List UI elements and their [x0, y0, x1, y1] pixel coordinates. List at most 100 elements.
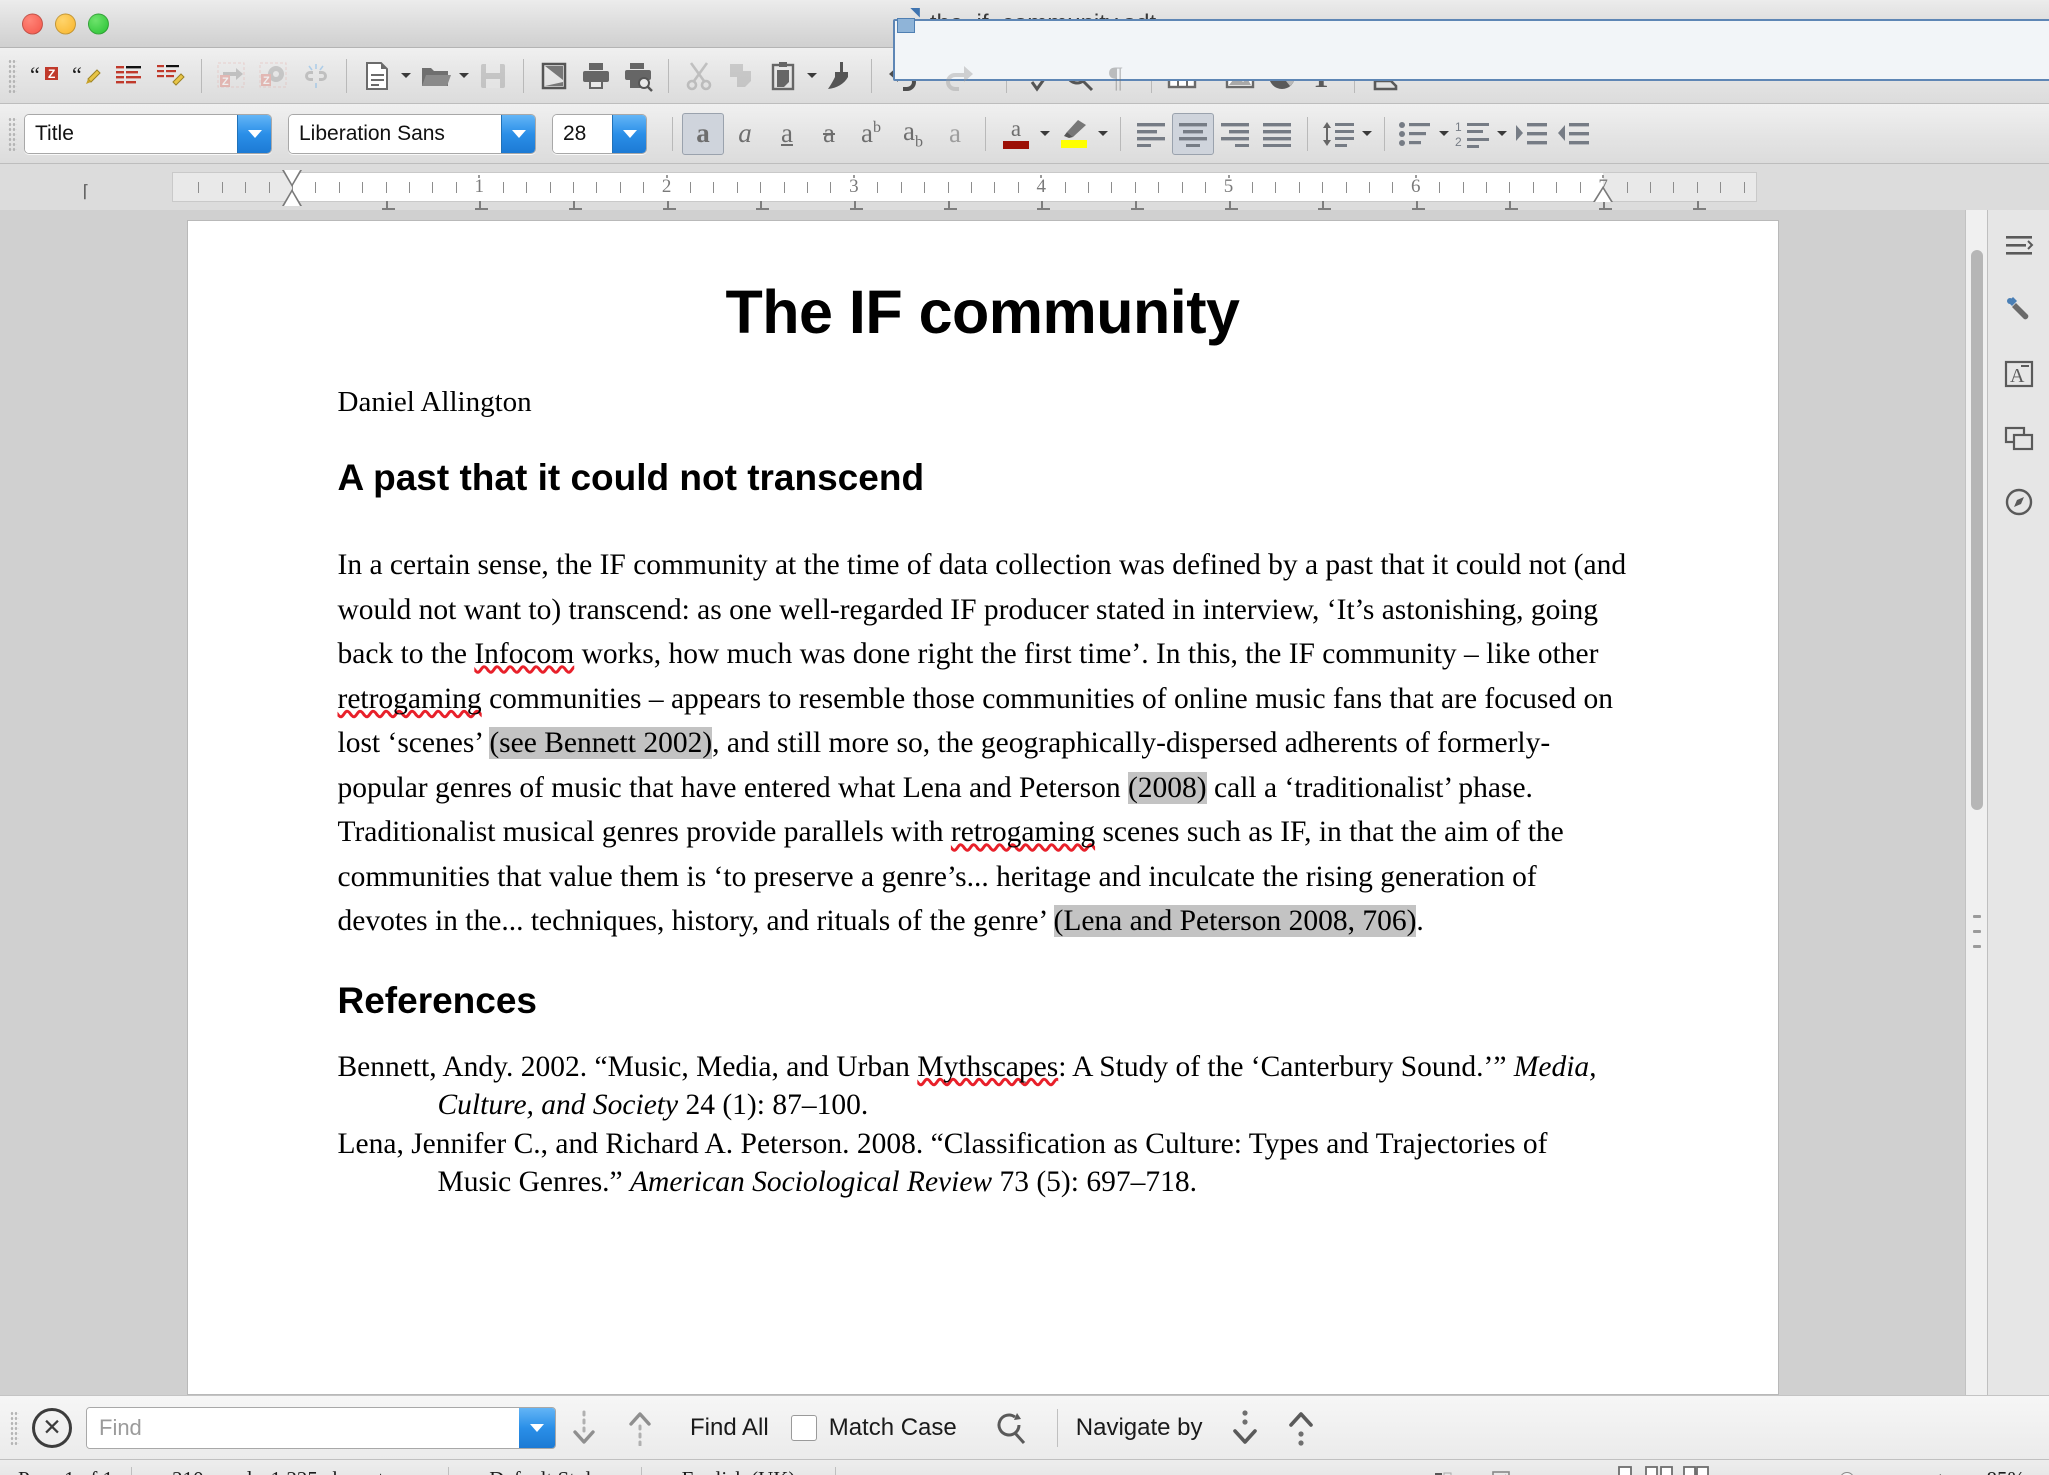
superscript-button[interactable]: ab — [850, 113, 892, 155]
justify-button[interactable] — [1256, 113, 1298, 155]
window-controls[interactable] — [22, 13, 109, 34]
styles-icon[interactable]: A — [1995, 350, 2043, 398]
zotero-edit-bibliography-icon[interactable] — [150, 55, 192, 97]
ordered-list-dropdown[interactable] — [1494, 113, 1510, 155]
multi-page-view-icon[interactable] — [1644, 1465, 1674, 1475]
zotero-document-preferences-icon[interactable] — [108, 55, 150, 97]
underline-button[interactable]: a — [766, 113, 808, 155]
zoom-out-button[interactable]: − — [1736, 1467, 1772, 1475]
toolbar-grip[interactable] — [8, 58, 17, 93]
tab-stop-marker[interactable] — [756, 201, 773, 210]
align-center-button[interactable] — [1172, 112, 1214, 155]
open-dropdown[interactable] — [456, 55, 472, 97]
horizontal-ruler[interactable]: 1234567 — [172, 170, 1757, 210]
italic-button[interactable]: a — [724, 113, 766, 155]
clone-formatting-icon[interactable] — [820, 55, 862, 97]
minimize-window-button[interactable] — [55, 13, 76, 34]
new-document-icon[interactable] — [356, 55, 398, 97]
page-indicator[interactable]: Page 1 of 1 — [0, 1460, 131, 1475]
find-all-button[interactable]: Find All — [690, 1414, 769, 1442]
toolbar-grip[interactable] — [8, 116, 17, 151]
gallery-icon[interactable] — [1995, 414, 2043, 462]
ordered-list-button[interactable]: 12 — [1452, 113, 1494, 155]
align-left-button[interactable] — [1130, 113, 1172, 155]
zoom-in-button[interactable]: + — [1922, 1467, 1958, 1475]
zotero-citation-field[interactable]: (Lena and Peterson 2008, 706) — [1053, 905, 1417, 938]
zotero-refresh-icon[interactable]: Z — [211, 55, 253, 97]
navigate-by-label[interactable]: Navigate by — [1076, 1414, 1203, 1442]
copy-icon[interactable] — [720, 55, 762, 97]
strikethrough-button[interactable]: a — [808, 113, 850, 155]
document-canvas[interactable]: The IF community Daniel Allington A past… — [0, 210, 1965, 1395]
line-spacing-dropdown[interactable] — [1359, 113, 1375, 155]
align-right-button[interactable] — [1214, 113, 1256, 155]
tab-stop-marker[interactable] — [1505, 201, 1522, 210]
page-style[interactable]: Default Style — [449, 1460, 640, 1475]
tab-stop-marker[interactable] — [1318, 201, 1335, 210]
match-case-label[interactable]: Match Case — [829, 1414, 957, 1442]
navigator-icon[interactable] — [1995, 478, 2043, 526]
document-modified-icon[interactable] — [1472, 1460, 1530, 1475]
clear-formatting-button[interactable]: a — [934, 113, 976, 155]
print-icon[interactable] — [575, 55, 617, 97]
tab-stop-marker[interactable] — [1037, 201, 1054, 210]
scroll-split-handle[interactable] — [1973, 945, 1981, 948]
tab-stop-marker[interactable] — [943, 201, 961, 210]
tab-stop-marker[interactable] — [381, 201, 399, 210]
export-pdf-icon[interactable] — [533, 55, 575, 97]
font-name-dropdown-arrow[interactable] — [501, 114, 535, 153]
bold-button[interactable]: a — [682, 112, 724, 155]
navigate-up-button[interactable] — [1273, 1404, 1329, 1452]
paste-dropdown[interactable] — [804, 55, 820, 97]
paragraph-style-combo[interactable]: Title — [24, 113, 272, 154]
vertical-scrollbar[interactable] — [1965, 210, 1987, 1395]
single-page-view-icon[interactable] — [1614, 1465, 1636, 1475]
scrollbar-thumb[interactable] — [1971, 250, 1983, 810]
font-size-combo[interactable]: 28 — [552, 113, 647, 154]
find-next-button[interactable] — [556, 1404, 612, 1452]
navigate-down-button[interactable] — [1217, 1404, 1273, 1452]
new-document-dropdown[interactable] — [398, 55, 414, 97]
unordered-list-button[interactable] — [1394, 113, 1436, 155]
paste-icon[interactable] — [762, 55, 804, 97]
sidebar-settings-icon[interactable] — [1995, 222, 2043, 270]
close-find-toolbar-button[interactable]: ✕ — [32, 1407, 72, 1448]
zotero-citation-field[interactable]: (2008) — [1127, 771, 1207, 804]
close-window-button[interactable] — [22, 13, 43, 34]
tab-stop-marker[interactable] — [1599, 201, 1616, 210]
subscript-button[interactable]: ab — [892, 113, 934, 155]
zotero-add-edit-citation-icon[interactable]: “Z — [24, 55, 66, 97]
zotero-unlink-citations-icon[interactable] — [295, 55, 337, 97]
find-input-combo[interactable] — [86, 1406, 556, 1449]
find-history-dropdown[interactable] — [519, 1407, 555, 1448]
font-color-button[interactable]: a — [995, 113, 1037, 155]
unordered-list-dropdown[interactable] — [1436, 113, 1452, 155]
font-name-combo[interactable]: Liberation Sans — [288, 113, 536, 154]
right-indent-marker[interactable] — [1593, 186, 1613, 202]
zotero-settings-icon[interactable]: Z — [253, 55, 295, 97]
word-count[interactable]: 210 words, 1,325 characters — [132, 1460, 448, 1475]
language-indicator[interactable]: English (UK) — [642, 1460, 836, 1475]
font-color-dropdown[interactable] — [1037, 113, 1053, 155]
find-and-replace-icon[interactable] — [983, 1404, 1039, 1452]
tab-stop-marker[interactable] — [1411, 201, 1429, 210]
tab-stop-marker[interactable] — [1692, 201, 1710, 210]
properties-icon[interactable] — [1995, 286, 2043, 334]
tab-stop-marker[interactable] — [662, 201, 680, 210]
tab-stop-marker[interactable] — [1130, 201, 1148, 210]
zoom-level[interactable]: 85% — [1969, 1460, 2049, 1475]
line-spacing-button[interactable] — [1317, 113, 1359, 155]
increase-indent-button[interactable] — [1510, 113, 1552, 155]
toolbar-grip[interactable] — [10, 1410, 19, 1445]
font-size-dropdown-arrow[interactable] — [612, 114, 646, 153]
search-input[interactable] — [87, 1407, 519, 1448]
tab-stop-marker[interactable] — [849, 201, 867, 210]
find-previous-button[interactable] — [612, 1404, 668, 1452]
tab-stop-marker[interactable] — [475, 201, 492, 210]
open-icon[interactable] — [414, 55, 456, 97]
book-view-icon[interactable] — [1682, 1465, 1712, 1475]
document-page[interactable]: The IF community Daniel Allington A past… — [186, 220, 1779, 1395]
scroll-split-handle[interactable] — [1973, 930, 1981, 933]
redo-icon[interactable] — [939, 55, 981, 97]
print-preview-icon[interactable] — [617, 55, 659, 97]
